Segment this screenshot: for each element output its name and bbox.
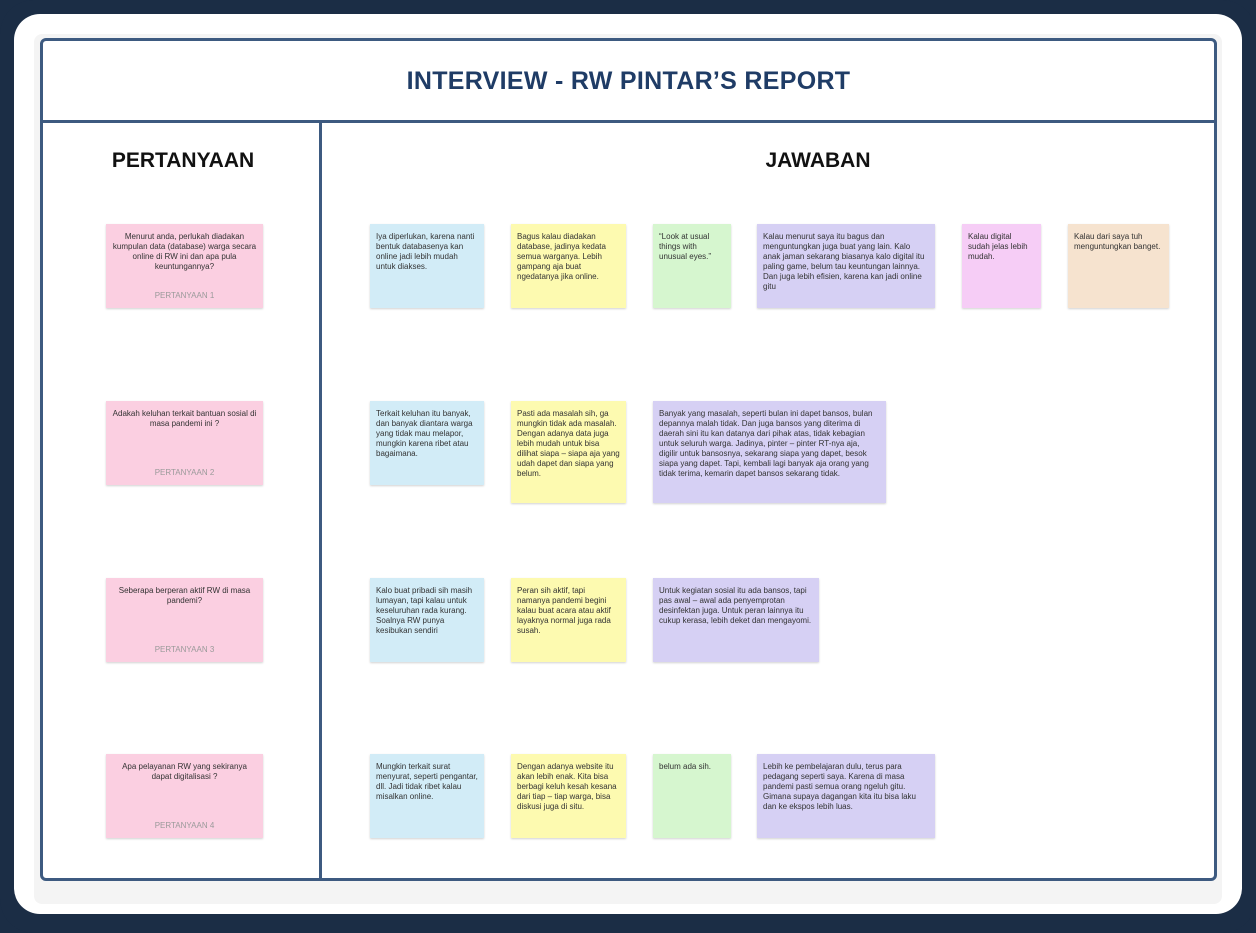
question-label: PERTANYAAN 3 <box>154 645 215 654</box>
question-note-2[interactable]: Adakah keluhan terkait bantuan sosial di… <box>106 401 263 485</box>
question-note-1[interactable]: Menurut anda, perlukah diadakan kumpulan… <box>106 224 263 308</box>
answer-note[interactable]: Bagus kalau diadakan database, jadinya k… <box>511 224 626 308</box>
column-divider <box>319 123 322 878</box>
answer-note[interactable]: Iya diperlukan, karena nanti bentuk data… <box>370 224 484 308</box>
question-label: PERTANYAAN 4 <box>154 821 215 830</box>
answer-note[interactable]: Kalau digital sudah jelas lebih mudah. <box>962 224 1041 308</box>
answer-note[interactable]: Dengan adanya website itu akan lebih ena… <box>511 754 626 838</box>
answer-note[interactable]: Lebih ke pembelajaran dulu, terus para p… <box>757 754 935 838</box>
answer-note[interactable]: Kalo buat pribadi sih masih lumayan, tap… <box>370 578 484 662</box>
question-note-3[interactable]: Seberapa berperan aktif RW di masa pande… <box>106 578 263 662</box>
question-label: PERTANYAAN 1 <box>154 291 215 300</box>
title-divider <box>43 120 1214 123</box>
answer-note[interactable]: Mungkin terkait surat menyurat, seperti … <box>370 754 484 838</box>
question-text: Apa pelayanan RW yang sekiranya dapat di… <box>122 762 247 781</box>
board-title: INTERVIEW - RW PINTAR’S REPORT <box>406 67 851 95</box>
question-label: PERTANYAAN 2 <box>154 468 215 477</box>
questions-header: PERTANYAAN <box>111 149 255 172</box>
answer-note[interactable]: Pasti ada masalah sih, ga mungkin tidak … <box>511 401 626 503</box>
answer-note[interactable]: Peran sih aktif, tapi namanya pandemi be… <box>511 578 626 662</box>
answer-note[interactable]: Untuk kegiatan sosial itu ada bansos, ta… <box>653 578 819 662</box>
answers-header: JAWABAN <box>765 149 871 172</box>
answer-note[interactable]: Banyak yang masalah, seperti bulan ini d… <box>653 401 886 503</box>
question-text: Adakah keluhan terkait bantuan sosial di… <box>112 409 257 428</box>
answer-note[interactable]: Kalau menurut saya itu bagus dan mengunt… <box>757 224 935 308</box>
answer-note[interactable]: Kalau dari saya tuh menguntungkan banget… <box>1068 224 1169 308</box>
answer-note[interactable]: “Look at usual things with unusual eyes.… <box>653 224 731 308</box>
answer-note[interactable]: Terkait keluhan itu banyak, dan banyak d… <box>370 401 484 485</box>
question-text: Seberapa berperan aktif RW di masa pande… <box>118 586 251 605</box>
question-text: Menurut anda, perlukah diadakan kumpulan… <box>112 232 257 271</box>
question-note-4[interactable]: Apa pelayanan RW yang sekiranya dapat di… <box>106 754 263 838</box>
answer-note[interactable]: belum ada sih. <box>653 754 731 838</box>
